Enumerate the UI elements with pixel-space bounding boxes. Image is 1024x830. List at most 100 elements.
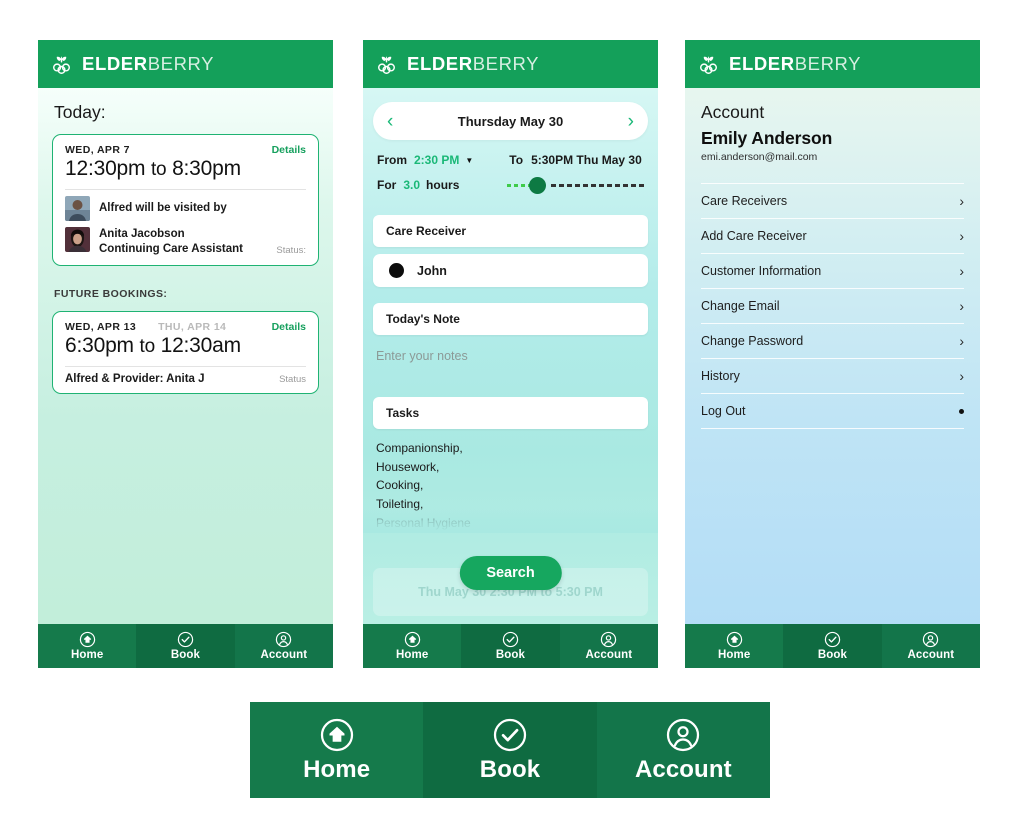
task-item: Cooking, [376, 478, 424, 493]
account-item-care-receivers[interactable]: Care Receivers › [701, 183, 964, 218]
account-item-label: Change Email [701, 299, 780, 313]
duration-slider[interactable] [507, 177, 644, 194]
check-circle-icon [824, 631, 841, 648]
account-item-label: Care Receivers [701, 194, 788, 208]
home-circle-icon [404, 631, 421, 648]
nav-label-account: Account [260, 649, 308, 661]
hours-label: hours [426, 178, 460, 192]
account-item-label: History [701, 369, 740, 383]
page-title-today: Today: [54, 102, 106, 122]
account-menu-list: Care Receivers › Add Care Receiver › Cus… [701, 183, 964, 429]
account-user-email: emi.anderson@mail.com [701, 151, 818, 163]
nav-item-book-large[interactable]: Book [423, 702, 597, 798]
app-bar-book: ELDER BERRY [363, 40, 658, 88]
chevron-right-icon[interactable]: › [628, 112, 634, 131]
chevron-right-icon: › [959, 263, 964, 279]
future-booking-details-link[interactable]: Details [272, 321, 306, 333]
chevron-right-icon: › [959, 298, 964, 314]
account-item-label: Customer Information [701, 264, 822, 278]
account-item-change-password[interactable]: Change Password › [701, 323, 964, 358]
care-receiver-name: John [417, 263, 447, 278]
elderberry-logo-icon [50, 53, 73, 76]
future-booking-card[interactable]: WED, APR 13 THU, APR 14 Details 6:30pm t… [52, 311, 319, 395]
account-item-history[interactable]: History › [701, 358, 964, 393]
today-time-from: 12:30pm [65, 157, 146, 180]
home-circle-icon [79, 631, 96, 648]
page-title-account: Account [701, 102, 765, 122]
nav-label-book: Book [495, 649, 526, 661]
radio-selected-icon[interactable] [389, 263, 404, 278]
home-circle-icon [319, 717, 355, 753]
provider-role: Continuing Care Assistant [99, 242, 243, 255]
nav-item-book[interactable]: Book [783, 624, 882, 668]
from-value[interactable]: 2:30 PM [414, 153, 459, 167]
tasks-heading: Tasks [373, 397, 648, 429]
task-item: Housework, [376, 459, 440, 474]
account-content: Account Emily Anderson emi.anderson@mail… [685, 88, 980, 429]
account-item-log-out[interactable]: Log Out [701, 393, 964, 429]
nav-item-home[interactable]: Home [363, 624, 462, 668]
app-bar-home: ELDER BERRY [38, 40, 333, 88]
tasks-fade-overlay [363, 506, 658, 533]
care-receiver-row: Alfred will be visited by [53, 190, 318, 223]
slider-track-remaining [551, 184, 644, 187]
from-label: From [377, 153, 407, 167]
nav-item-account[interactable]: Account [881, 624, 980, 668]
today-booking-details-link[interactable]: Details [272, 144, 306, 156]
tasks-section: Tasks [373, 397, 648, 429]
selected-date-label: Thursday May 30 [457, 113, 564, 129]
nav-label-book: Book [479, 755, 541, 783]
account-item-add-care-receiver[interactable]: Add Care Receiver › [701, 218, 964, 253]
today-booking-time: 12:30pm to 8:30pm [65, 157, 306, 181]
care-receiver-option[interactable]: John [373, 254, 648, 287]
future-booking-time: 6:30pm to 12:30am [65, 334, 306, 358]
account-item-change-email[interactable]: Change Email › [701, 288, 964, 323]
care-receiver-line: Alfred will be visited by [99, 202, 227, 215]
nav-item-book[interactable]: Book [461, 624, 560, 668]
to-value: 5:30PM Thu May 30 [531, 153, 642, 167]
user-circle-icon [922, 631, 939, 648]
chevron-right-icon: › [959, 333, 964, 349]
future-time-to: 12:30am [160, 334, 242, 358]
account-item-customer-information[interactable]: Customer Information › [701, 253, 964, 288]
elderberry-logo-icon [697, 53, 720, 76]
home-body: Today: WED, APR 7 Details 12:30pm to 8:3… [38, 88, 333, 624]
duration-value: 3.0 [403, 178, 421, 192]
date-navigator[interactable]: ‹ Thursday May 30 › [373, 102, 648, 140]
future-booking-date-end: THU, APR 14 [158, 321, 227, 334]
today-booking-header: WED, APR 7 Details 12:30pm to 8:30pm [53, 135, 318, 189]
nav-label-book: Book [170, 649, 201, 661]
brand-light: BERRY [794, 53, 862, 74]
slider-thumb[interactable] [529, 177, 546, 194]
user-circle-icon [600, 631, 617, 648]
today-booking-card[interactable]: WED, APR 7 Details 12:30pm to 8:30pm Alf… [52, 134, 319, 267]
note-input[interactable]: Enter your notes [363, 335, 658, 387]
time-selection-block: From 2:30 PM ▼ To 5:30PM Thu May 30 For … [363, 140, 658, 205]
search-summary-bar: Thu May 30 2:30 PM to 5:30 PM Search [373, 556, 648, 616]
nav-label-book: Book [817, 649, 848, 661]
search-button[interactable]: Search [459, 556, 562, 590]
tasks-list-wrap: Companionship, Housework, Cooking, Toile… [363, 429, 658, 533]
duration-row: For 3.0 hours [377, 177, 644, 194]
brand-title: ELDER BERRY [407, 53, 539, 75]
future-time-from: 6:30pm [65, 334, 134, 358]
nav-item-book[interactable]: Book [136, 624, 235, 668]
phone-screen-home: ELDER BERRY Today: WED, APR 7 Details 12:… [38, 40, 333, 668]
caret-down-icon[interactable]: ▼ [465, 156, 473, 165]
nav-item-account[interactable]: Account [559, 624, 658, 668]
brand-strong: ELDER [729, 53, 795, 74]
check-circle-icon [492, 717, 528, 753]
today-booking-date: WED, APR 7 [65, 144, 130, 156]
nav-item-home[interactable]: Home [38, 624, 137, 668]
provider-row: Anita Jacobson Continuing Care Assistant… [53, 223, 318, 265]
check-circle-icon [502, 631, 519, 648]
account-item-label: Log Out [701, 404, 746, 418]
nav-item-account[interactable]: Account [234, 624, 333, 668]
nav-item-account-large[interactable]: Account [596, 702, 770, 798]
today-time-sep: to [150, 159, 167, 180]
note-heading: Today's Note [373, 303, 648, 335]
provider-avatar [65, 227, 90, 252]
nav-item-home-large[interactable]: Home [250, 702, 424, 798]
nav-item-home[interactable]: Home [685, 624, 784, 668]
provider-name: Anita Jacobson [99, 228, 185, 240]
